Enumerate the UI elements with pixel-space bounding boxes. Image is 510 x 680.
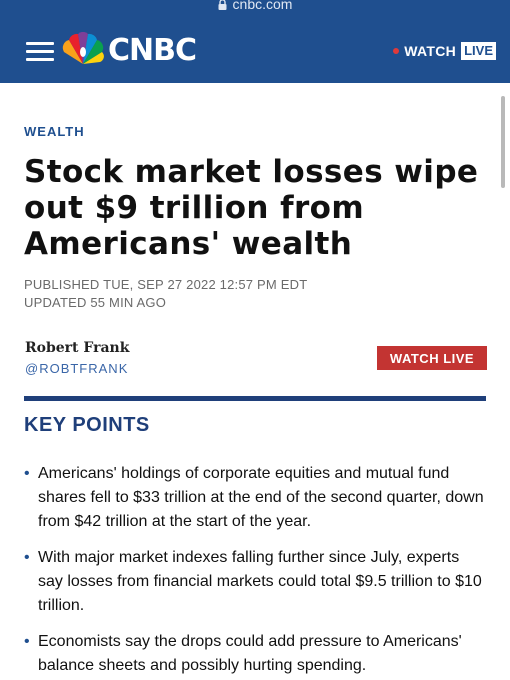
article-headline: Stock market losses wipe out $9 trillion… [24,154,479,262]
updated-timestamp: UPDATED 55 MIN AGO [24,295,167,310]
live-badge: LIVE [461,42,496,60]
bullet-icon: • [24,549,30,566]
key-points-title: KEY POINTS [24,414,150,436]
section-label[interactable]: WEALTH [24,124,85,139]
bullet-icon: • [24,465,30,482]
peacock-icon[interactable] [60,32,106,66]
watch-label: WATCH [404,43,457,59]
key-point-item: • Americans' holdings of corporate equit… [24,462,486,534]
url-inner: cnbc.com [218,0,293,12]
key-point-item: • With major market indexes falling furt… [24,546,486,618]
key-point-text: Americans' holdings of corporate equitie… [38,465,484,530]
live-dot-icon [393,48,400,54]
author-handle[interactable]: @ROBTFRANK [25,361,128,376]
article-meta: PUBLISHED TUE, SEP 27 2022 12:57 PM EDT … [24,276,307,312]
watch-live-header-link[interactable]: WATCH LIVE [393,42,496,60]
lock-icon [218,0,227,10]
brand-logo-text[interactable]: CNBC [108,34,197,68]
bullet-icon: • [24,633,30,650]
menu-icon[interactable] [26,42,54,64]
key-points-divider [24,396,486,401]
site-header: CNBC WATCH LIVE [0,14,510,83]
key-point-text: With major market indexes falling furthe… [38,549,482,614]
author-name[interactable]: Robert Frank [25,340,129,356]
watch-live-button[interactable]: WATCH LIVE [377,346,487,370]
key-point-text: Economists say the drops could add press… [38,633,462,674]
key-point-item: • Economists say the drops could add pre… [24,630,486,678]
page-scrollbar[interactable] [501,96,505,188]
published-timestamp: PUBLISHED TUE, SEP 27 2022 12:57 PM EDT [24,277,308,292]
url-text: cnbc.com [232,0,293,12]
key-points-list: • Americans' holdings of corporate equit… [24,462,486,680]
browser-url-bar[interactable]: cnbc.com [0,0,510,14]
